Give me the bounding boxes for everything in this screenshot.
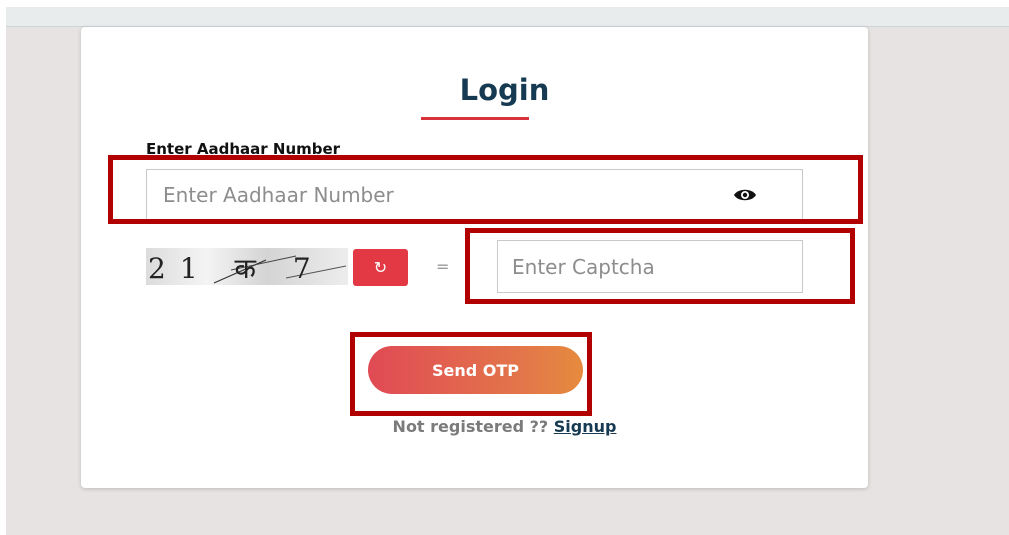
title-underline: [421, 117, 529, 120]
equals-sign: =: [436, 257, 450, 276]
aadhaar-number-input[interactable]: [146, 169, 803, 220]
signup-link[interactable]: Signup: [554, 417, 617, 436]
page-title: Login: [459, 73, 550, 107]
send-otp-button[interactable]: Send OTP: [368, 346, 583, 394]
captcha-text: 21 क 7: [148, 252, 325, 285]
top-bar: [6, 7, 1009, 27]
refresh-icon: ↻: [373, 258, 388, 277]
not-registered-text: Not registered ??: [392, 417, 554, 436]
eye-icon[interactable]: [733, 187, 757, 203]
aadhaar-label: Enter Aadhaar Number: [146, 140, 341, 158]
captcha-input[interactable]: [497, 240, 803, 293]
captcha-image: 21 क 7: [146, 248, 348, 285]
captcha-refresh-button[interactable]: ↻: [353, 249, 408, 286]
signup-prompt: Not registered ?? Signup: [0, 417, 1009, 436]
